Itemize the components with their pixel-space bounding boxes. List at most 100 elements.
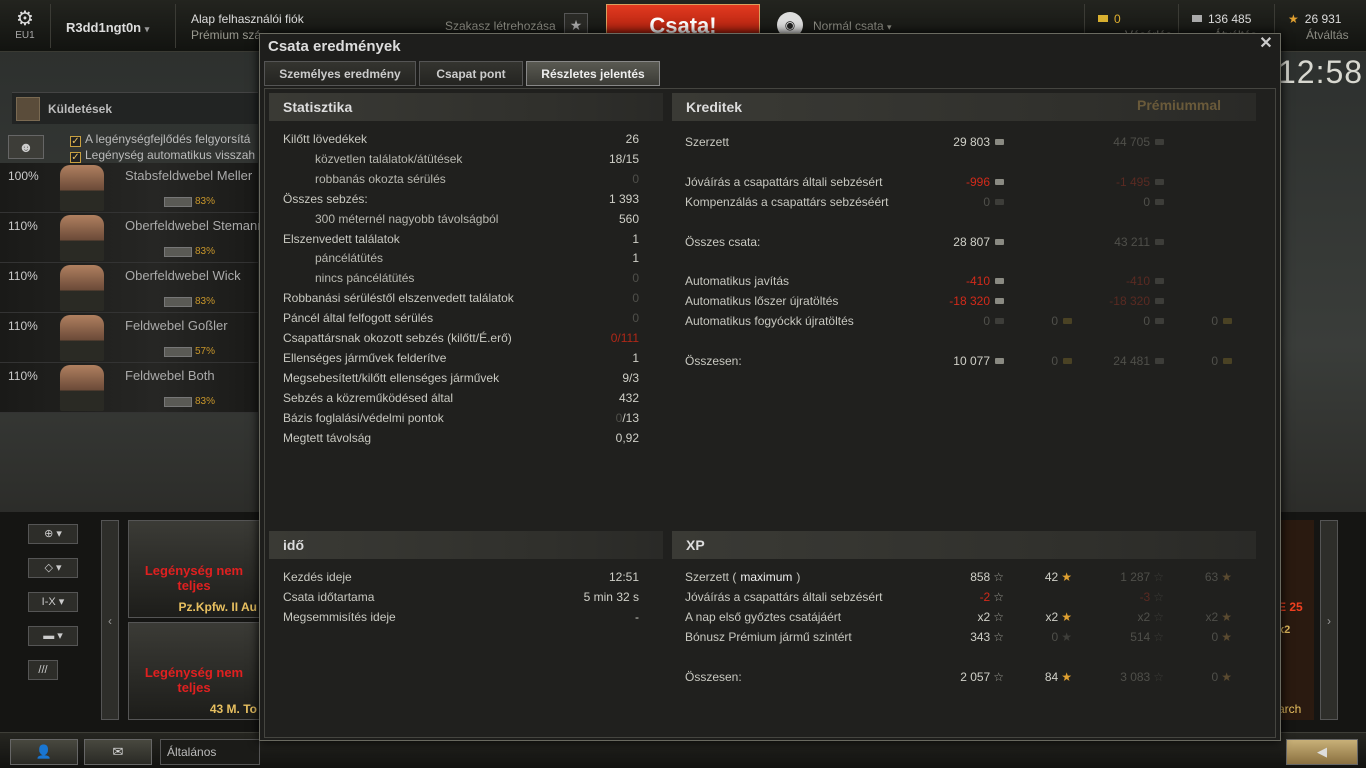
chat-channel[interactable]: Általános [160, 739, 260, 765]
stat-label: Sebzés a közreműködésed által [283, 390, 454, 405]
accelerated-crew-training-checkbox[interactable]: ✓ A legénységfejlődés felgyorsítá [70, 132, 250, 147]
xp-label-text: ) [796, 570, 801, 584]
chat-icon: ✉ [112, 744, 124, 759]
contacts-button[interactable]: 👤 [10, 739, 78, 765]
premium-credits-value: -1 495 [1116, 175, 1164, 189]
xp-header: XP [672, 531, 1256, 559]
credits-label: Jóváírás a csapattárs általi sebzésért [685, 175, 883, 189]
xp-maximum-label: maximum [740, 570, 793, 584]
credits-icon [1155, 139, 1164, 145]
premium-free-xp-amount: x2 [1205, 610, 1219, 624]
chevron-down-icon: ▾ [144, 24, 150, 34]
tab-team-score[interactable]: Csapat pont [419, 61, 523, 86]
time-value: 5 min 32 s [583, 590, 639, 604]
premium-filter[interactable]: /// [28, 660, 58, 680]
stat-value: 0,92 [615, 430, 639, 445]
gold-icon [1063, 318, 1072, 324]
xp-value: 343 ☆ [970, 630, 1004, 644]
tank-label: arch [1278, 702, 1302, 716]
missions-button[interactable]: Küldetések [12, 92, 258, 124]
xp-star-icon: ☆ [993, 570, 1004, 584]
credits-value: 136 485 [1208, 12, 1252, 26]
stat-value: 1 393 [608, 191, 639, 206]
tab-detailed-report[interactable]: Részletes jelentés [526, 61, 660, 86]
close-icon: ✕ [1259, 35, 1273, 52]
premium-free-xp-value: x2 ★ [1206, 610, 1232, 624]
premium-link[interactable]: Prémium szá [191, 28, 261, 42]
crew-member-row[interactable]: 110% Oberfeldwebel Stemann 83% [0, 213, 264, 263]
crew-button[interactable]: ☻ [8, 135, 44, 159]
credits-label: Kompenzálás a csapattárs sebzéséért [685, 195, 889, 209]
crew-portrait [60, 365, 104, 411]
notifications-button[interactable]: ◀ [1286, 739, 1358, 765]
nation-filter[interactable]: ⊕ ▾ [28, 524, 78, 544]
auto-crew-return-checkbox[interactable]: ✓ Legénység automatikus visszah [70, 148, 255, 163]
crew-incomplete-warning: Legénység nem teljes [144, 563, 244, 593]
type-filter[interactable]: ▬ ▾ [28, 626, 78, 646]
xp-amount: 343 [970, 630, 991, 644]
credits-label: Automatikus fogyóckk újratöltés [685, 314, 854, 328]
stat-label: páncélátütés [315, 251, 384, 266]
free-xp-amount: 84 [1044, 670, 1059, 684]
tank-card[interactable]: Legénység nem teljes Pz.Kpfw. II Au [128, 520, 260, 618]
tier-filter[interactable]: I-X ▾ [28, 592, 78, 612]
credits-amount: 0 [983, 195, 990, 209]
credits-icon [995, 179, 1004, 185]
crew-member-row[interactable]: 110% Feldwebel Both 83% [0, 363, 258, 413]
free-xp-value: 42 ★ [1045, 570, 1072, 584]
credits-icon [995, 358, 1004, 364]
checkbox-label: Legénység automatikus visszah [85, 148, 256, 162]
crew-qualification: 110% [8, 219, 38, 233]
tank-name: 43 M. To [209, 702, 257, 716]
skill-icons [164, 197, 192, 207]
premium-free-xp-value: 0 ★ [1212, 670, 1232, 684]
crew-member-row[interactable]: 110% Oberfeldwebel Wick 83% [0, 263, 258, 313]
chevron-left-icon: ‹ [108, 614, 112, 628]
stripes-icon: /// [38, 664, 48, 676]
xp-label-text: Szerzett ( [685, 570, 737, 584]
carousel-scroll-left[interactable]: ‹ [101, 520, 119, 720]
premium-xp-amount: 514 [1130, 630, 1151, 644]
crew-name: Feldwebel Goßler [125, 318, 228, 333]
crew-member-row[interactable]: 110% Feldwebel Goßler 57% [0, 313, 258, 363]
crew-member-row[interactable]: 100% Stabsfeldwebel Meller 83% [0, 163, 258, 213]
premium-credits-amount: -1 495 [1115, 175, 1150, 189]
credits-icon [1155, 298, 1164, 304]
premium-xp-amount: 1 287 [1120, 570, 1151, 584]
xp-label: A nap első győztes csatájáért [685, 610, 842, 624]
carousel-scroll-right[interactable]: › [1320, 520, 1338, 720]
credits-value: 0 [983, 195, 1004, 209]
xp-amount: 2 057 [960, 670, 991, 684]
divider [50, 4, 51, 48]
crew-icon: ☻ [18, 139, 34, 155]
premium-credits-amount: -18 320 [1109, 294, 1150, 308]
time-header: idő [269, 531, 663, 559]
xp-star-icon: ☆ [1153, 570, 1164, 584]
credits-icon [995, 199, 1004, 205]
tab-personal-result[interactable]: Személyes eredmény [264, 61, 416, 86]
exchange-xp-link[interactable]: Átváltás [1306, 28, 1349, 42]
credits-icon [1155, 278, 1164, 284]
username-menu[interactable]: R3dd1ngt0n ▾ [66, 20, 149, 35]
credits-value: 0 [983, 314, 1004, 328]
stat-label: Kilőtt lövedékek [283, 132, 368, 146]
battle-results-dialog: Csata eredmények ✕ Személyes eredmény Cs… [259, 33, 1281, 741]
crew-name: Stabsfeldwebel Meller [125, 168, 253, 183]
crew-name: Feldwebel Both [125, 368, 215, 383]
class-filter[interactable]: ◇ ▾ [28, 558, 78, 578]
chat-button[interactable]: ✉ [84, 739, 152, 765]
close-button[interactable]: ✕ [1258, 36, 1274, 52]
premium-gold-amount: 0 [1211, 314, 1218, 328]
xp-amount: -2 [979, 590, 991, 604]
xp-star-icon: ☆ [1153, 630, 1164, 644]
free-xp-value: 26 931 [1304, 12, 1342, 26]
crew-portrait [60, 165, 104, 211]
credits-icon [1155, 239, 1164, 245]
tank-card[interactable]: Legénység nem teljes 43 M. To [128, 622, 260, 720]
settings-button[interactable]: ⚙ EU1 [10, 8, 40, 48]
battle-mode-select[interactable]: Normál csata ▾ [813, 19, 892, 33]
credits-label: Szerzett [685, 135, 730, 149]
xp-amount: 858 [970, 570, 991, 584]
premium-credits-value: 0 [1143, 195, 1164, 209]
tank-class-icon: ◇ ▾ [44, 562, 62, 574]
